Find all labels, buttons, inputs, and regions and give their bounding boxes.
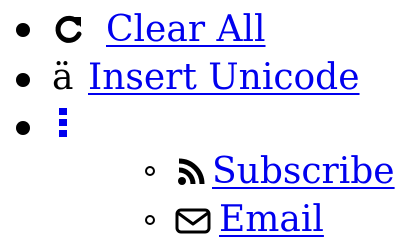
bullet-circle (145, 215, 155, 225)
rss-icon[interactable] (177, 158, 205, 186)
vertical-ellipsis-icon[interactable] (58, 106, 68, 142)
bullet-disc (16, 23, 30, 37)
bullet-disc (16, 121, 30, 135)
envelope-icon[interactable] (175, 206, 211, 236)
subscribe-link[interactable]: Subscribe (212, 154, 395, 190)
bullet-disc (16, 73, 30, 87)
insert-unicode-link[interactable]: Insert Unicode (88, 60, 360, 96)
bullet-circle (145, 166, 155, 176)
refresh-icon[interactable] (52, 14, 84, 46)
email-link[interactable]: Email (219, 202, 324, 238)
clear-all-link[interactable]: Clear All (106, 12, 266, 48)
a-umlaut-glyph[interactable]: ä (52, 60, 73, 96)
